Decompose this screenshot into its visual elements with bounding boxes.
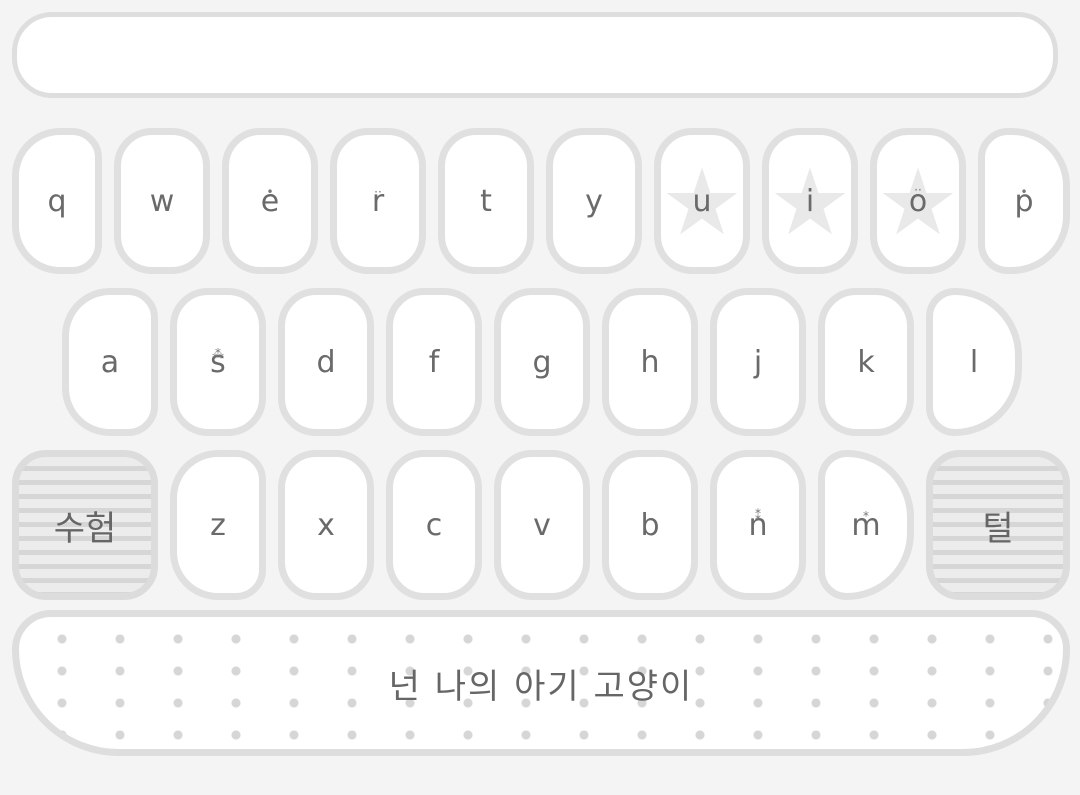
key-c[interactable]: c <box>386 450 482 600</box>
key-d[interactable]: d <box>278 288 374 436</box>
delete-key[interactable]: 털 <box>926 450 1070 600</box>
key-x[interactable]: x <box>278 450 374 600</box>
accent-mark-icon: ⁂ <box>212 347 224 361</box>
key-label: j <box>753 344 763 380</box>
key-n[interactable]: ⁑ n <box>710 450 806 600</box>
key-label: x <box>317 507 335 543</box>
space-label: 넌 나의 아기 고양이 <box>388 666 694 707</box>
key-k[interactable]: k <box>818 288 914 436</box>
delete-label: 털 <box>982 508 1014 549</box>
key-q[interactable]: q <box>12 128 102 274</box>
key-label: l <box>969 344 979 380</box>
key-s[interactable]: ⁂ s <box>170 288 266 436</box>
key-label: v <box>533 507 551 543</box>
key-label: c <box>425 507 443 543</box>
key-i[interactable]: ★ i <box>762 128 858 274</box>
accent-mark-icon: ⁑ <box>755 509 761 523</box>
key-label: a <box>100 344 120 380</box>
key-r[interactable]: ·· r <box>330 128 426 274</box>
key-y[interactable]: y <box>546 128 642 274</box>
key-g[interactable]: g <box>494 288 590 436</box>
accent-mark-icon: * <box>863 509 869 523</box>
key-label: h <box>640 344 660 380</box>
space-bar[interactable]: 넌 나의 아기 고양이 <box>12 610 1070 756</box>
key-t[interactable]: t <box>438 128 534 274</box>
accent-mark-icon: • <box>1020 185 1028 199</box>
key-label: f <box>428 344 440 380</box>
key-label: k <box>857 344 875 380</box>
key-j[interactable]: j <box>710 288 806 436</box>
key-label: i <box>805 183 815 219</box>
key-a[interactable]: a <box>62 288 158 436</box>
key-label: q <box>47 183 67 219</box>
shift-key[interactable]: 수험 <box>12 450 158 600</box>
accent-mark-icon: • <box>266 185 274 199</box>
key-label: y <box>585 183 603 219</box>
key-z[interactable]: z <box>170 450 266 600</box>
shift-label: 수험 <box>53 508 117 549</box>
key-label: w <box>149 183 175 219</box>
accent-mark-icon: ·· <box>914 183 922 197</box>
key-label: d <box>316 344 336 380</box>
key-w[interactable]: w <box>114 128 210 274</box>
key-e[interactable]: • e <box>222 128 318 274</box>
key-label: g <box>532 344 552 380</box>
accent-mark-icon: ·· <box>374 185 382 199</box>
key-f[interactable]: f <box>386 288 482 436</box>
key-label: b <box>640 507 660 543</box>
key-h[interactable]: h <box>602 288 698 436</box>
key-l[interactable]: l <box>926 288 1022 436</box>
key-o[interactable]: ★ ·· o <box>870 128 966 274</box>
text-input-bar[interactable] <box>12 12 1058 98</box>
key-label: z <box>210 507 226 543</box>
key-b[interactable]: b <box>602 450 698 600</box>
key-v[interactable]: v <box>494 450 590 600</box>
key-m[interactable]: * m <box>818 450 914 600</box>
key-p[interactable]: • p <box>978 128 1070 274</box>
key-label: t <box>480 183 492 219</box>
keyboard: q w • e ·· r t y ★ u ★ i ★ ·· o • p a ⁂ … <box>0 0 1080 795</box>
key-label: u <box>692 183 712 219</box>
key-u[interactable]: ★ u <box>654 128 750 274</box>
